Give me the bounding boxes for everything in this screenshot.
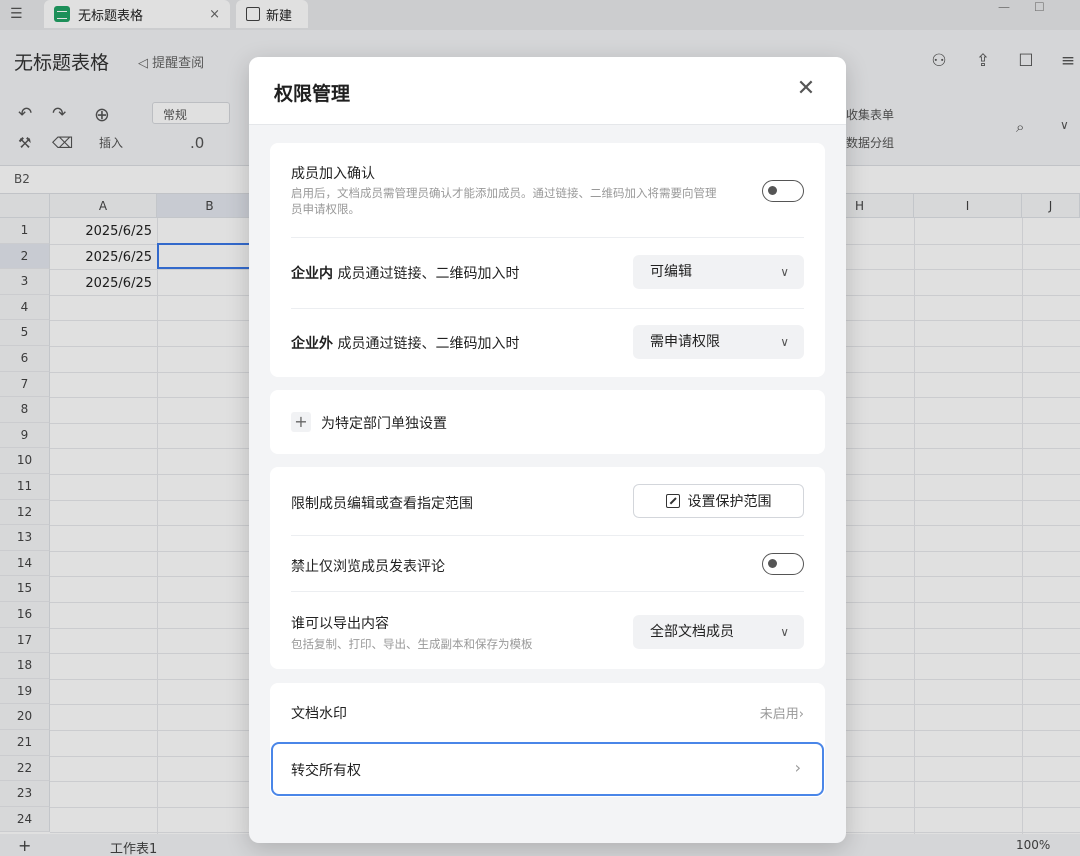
- watermark-row[interactable]: 文档水印 未启用›: [270, 683, 825, 739]
- set-protection-range-button[interactable]: 设置保护范围: [633, 484, 804, 518]
- department-setting-card[interactable]: + 为特定部门单独设置: [270, 390, 825, 454]
- export-permission-value: 全部文档成员: [650, 624, 734, 640]
- external-link-icon: [665, 494, 680, 508]
- member-confirm-toggle[interactable]: [762, 180, 804, 202]
- dialog-header: 权限管理 ✕: [249, 57, 846, 125]
- chevron-down-icon: ∨: [780, 335, 789, 349]
- external-permission-value: 需申请权限: [650, 334, 720, 350]
- external-permission-select[interactable]: 需申请权限 ∨: [633, 325, 804, 359]
- internal-permission-value: 可编辑: [650, 264, 692, 280]
- plus-icon: +: [291, 412, 311, 432]
- export-permission-select[interactable]: 全部文档成员 ∨: [633, 615, 804, 649]
- join-settings-card: 成员加入确认 启用后，文档成员需管理员确认才能添加成员。通过链接、二维码加入将需…: [270, 143, 825, 377]
- transfer-ownership-row[interactable]: 转交所有权 ›: [271, 742, 824, 796]
- chevron-right-icon: ›: [798, 707, 804, 722]
- chevron-right-icon: ›: [794, 758, 801, 777]
- external-join-label: 企业外 成员通过链接、二维码加入时: [291, 333, 519, 353]
- member-confirm-title: 成员加入确认: [291, 166, 375, 182]
- department-setting-label[interactable]: 为特定部门单独设置: [321, 413, 447, 433]
- internal-join-label: 企业内 成员通过链接、二维码加入时: [291, 263, 519, 283]
- no-comment-label: 禁止仅浏览成员发表评论: [291, 559, 445, 575]
- set-protection-range-label: 设置保护范围: [687, 494, 772, 510]
- no-comment-toggle[interactable]: [762, 553, 804, 575]
- chevron-down-icon: ∨: [780, 265, 789, 279]
- export-label: 谁可以导出内容: [291, 616, 389, 632]
- close-icon[interactable]: ✕: [794, 77, 818, 101]
- watermark-label: 文档水印: [291, 706, 347, 722]
- content-permission-card: 限制成员编辑或查看指定范围 设置保护范围 禁止仅浏览成员发表评论 谁可以导出内容…: [270, 467, 825, 669]
- restrict-range-label: 限制成员编辑或查看指定范围: [291, 496, 473, 512]
- dialog-title: 权限管理: [274, 83, 351, 105]
- watermark-status-text: 未启用: [759, 707, 799, 722]
- external-bold: 企业外: [291, 336, 333, 352]
- watermark-status: 未启用›: [760, 703, 804, 722]
- internal-bold: 企业内: [291, 266, 333, 282]
- transfer-ownership-label: 转交所有权: [291, 763, 361, 779]
- permission-dialog: 权限管理 ✕ 成员加入确认 启用后，文档成员需管理员确认才能添加成员。通过链接、…: [249, 57, 846, 843]
- internal-permission-select[interactable]: 可编辑 ∨: [633, 255, 804, 289]
- member-confirm-desc: 启用后，文档成员需管理员确认才能添加成员。通过链接、二维码加入将需要向管理员申请…: [291, 186, 717, 216]
- chevron-down-icon: ∨: [780, 625, 789, 639]
- external-text: 成员通过链接、二维码加入时: [333, 336, 520, 352]
- internal-text: 成员通过链接、二维码加入时: [333, 266, 520, 282]
